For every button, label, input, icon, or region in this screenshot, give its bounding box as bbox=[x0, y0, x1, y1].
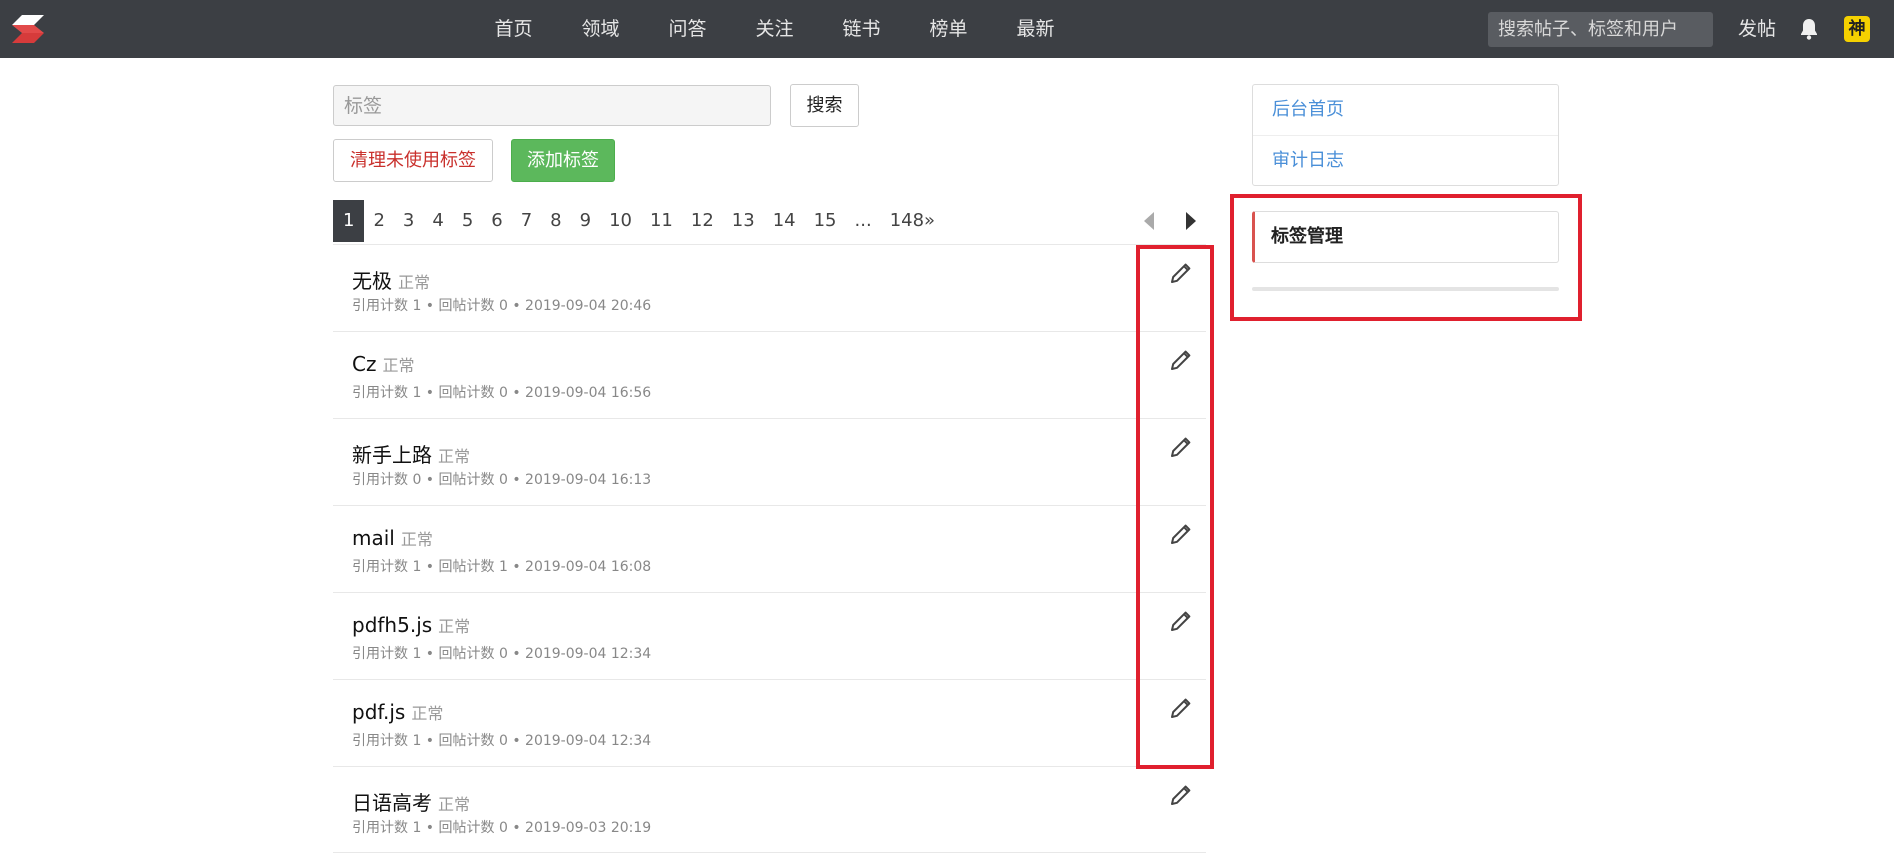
page-link-4[interactable]: 4 bbox=[423, 200, 452, 242]
tag-status: 正常 bbox=[400, 530, 433, 549]
highlight-tag-management bbox=[1230, 194, 1582, 321]
page-link-3[interactable]: 3 bbox=[394, 200, 423, 242]
page-ellipsis: ... bbox=[854, 210, 872, 231]
tag-status: 正常 bbox=[438, 617, 471, 636]
tag-meta: 引用计数 1 • 回帖计数 0 • 2019-09-03 20:19 bbox=[352, 820, 652, 836]
tag-status: 正常 bbox=[398, 273, 431, 292]
page-link-9[interactable]: 9 bbox=[571, 200, 600, 242]
nav-item-domain[interactable]: 领域 bbox=[557, 0, 644, 58]
sidebar-item-audit-log[interactable]: 审计日志 bbox=[1253, 135, 1558, 185]
list-item: 日语高考 正常 引用计数 1 • 回帖计数 0 • 2019-09-03 20:1… bbox=[333, 766, 1206, 853]
tag-meta: 引用计数 1 • 回帖计数 0 • 2019-09-04 20:46 bbox=[352, 298, 652, 314]
tag-name[interactable]: mail 正常 bbox=[352, 526, 433, 550]
nav-item-latest[interactable]: 最新 bbox=[992, 0, 1079, 58]
main-nav: 首页 领域 问答 关注 链书 榜单 最新 bbox=[470, 0, 1079, 58]
tag-meta: 引用计数 1 • 回帖计数 0 • 2019-09-04 16:56 bbox=[352, 385, 652, 401]
nav-item-linkbook[interactable]: 链书 bbox=[818, 0, 905, 58]
page-link-13[interactable]: 13 bbox=[723, 200, 764, 242]
page-link-5[interactable]: 5 bbox=[453, 200, 482, 242]
nav-item-ranking[interactable]: 榜单 bbox=[905, 0, 992, 58]
page-link-14[interactable]: 14 bbox=[764, 200, 805, 242]
page-link-6[interactable]: 6 bbox=[482, 200, 511, 242]
list-item: 新手上路 正常 引用计数 0 • 回帖计数 0 • 2019-09-04 16:1… bbox=[333, 418, 1206, 505]
tag-list: 无极 正常 引用计数 1 • 回帖计数 0 • 2019-09-04 20:46 … bbox=[333, 244, 1206, 853]
sidebar-item-admin-home[interactable]: 后台首页 bbox=[1253, 85, 1558, 135]
admin-sidebar-menu: 后台首页 审计日志 bbox=[1252, 84, 1559, 186]
next-page-icon[interactable] bbox=[1180, 210, 1200, 232]
tag-search-input[interactable] bbox=[333, 85, 771, 126]
site-search-input[interactable] bbox=[1488, 12, 1713, 47]
list-item: Cz 正常 引用计数 1 • 回帖计数 0 • 2019-09-04 16:56 bbox=[333, 331, 1206, 418]
page-link-2[interactable]: 2 bbox=[364, 200, 393, 242]
tag-status: 正常 bbox=[382, 356, 415, 375]
page-link-last[interactable]: 148» bbox=[881, 200, 944, 242]
page-link-7[interactable]: 7 bbox=[512, 200, 541, 242]
tag-status: 正常 bbox=[411, 704, 444, 723]
tag-status: 正常 bbox=[438, 447, 471, 466]
tag-meta: 引用计数 0 • 回帖计数 0 • 2019-09-04 16:13 bbox=[352, 472, 652, 488]
clean-unused-tags-button[interactable]: 清理未使用标签 bbox=[333, 139, 493, 182]
tag-meta: 引用计数 1 • 回帖计数 0 • 2019-09-04 12:34 bbox=[352, 733, 652, 749]
tag-name[interactable]: pdf.js 正常 bbox=[352, 700, 443, 724]
tag-meta: 引用计数 1 • 回帖计数 1 • 2019-09-04 16:08 bbox=[352, 559, 652, 575]
page-link-12[interactable]: 12 bbox=[682, 200, 723, 242]
page-link-11[interactable]: 11 bbox=[641, 200, 682, 242]
list-item: pdfh5.js 正常 引用计数 1 • 回帖计数 0 • 2019-09-04 … bbox=[333, 592, 1206, 679]
tag-name[interactable]: 无极 正常 bbox=[352, 265, 430, 294]
prev-page-icon[interactable] bbox=[1140, 210, 1160, 232]
page-link-8[interactable]: 8 bbox=[541, 200, 570, 242]
pagination: 1 2 3 4 5 6 7 8 9 10 11 12 13 14 15 ... … bbox=[333, 200, 944, 242]
search-button[interactable]: 搜索 bbox=[790, 84, 859, 127]
top-navbar: 首页 领域 问答 关注 链书 榜单 最新 发帖 神 bbox=[0, 0, 1894, 58]
new-post-button[interactable]: 发帖 bbox=[1738, 0, 1776, 58]
page-link-1[interactable]: 1 bbox=[333, 200, 365, 242]
tag-meta: 引用计数 1 • 回帖计数 0 • 2019-09-04 12:34 bbox=[352, 646, 652, 662]
nav-item-home[interactable]: 首页 bbox=[470, 0, 557, 58]
nav-item-follow[interactable]: 关注 bbox=[731, 0, 818, 58]
tag-name[interactable]: pdfh5.js 正常 bbox=[352, 613, 470, 637]
nav-item-qa[interactable]: 问答 bbox=[644, 0, 731, 58]
tag-name[interactable]: Cz 正常 bbox=[352, 352, 414, 376]
avatar[interactable]: 神 bbox=[1844, 16, 1870, 42]
tag-name[interactable]: 新手上路 正常 bbox=[352, 439, 470, 468]
list-item: mail 正常 引用计数 1 • 回帖计数 1 • 2019-09-04 16:0… bbox=[333, 505, 1206, 592]
tag-name[interactable]: 日语高考 正常 bbox=[352, 787, 470, 816]
bell-icon[interactable] bbox=[1797, 17, 1821, 41]
page-link-15[interactable]: 15 bbox=[805, 200, 846, 242]
list-item: pdf.js 正常 引用计数 1 • 回帖计数 0 • 2019-09-04 12… bbox=[333, 679, 1206, 766]
highlight-edit-column bbox=[1136, 245, 1214, 769]
tag-status: 正常 bbox=[438, 795, 471, 814]
page-link-10[interactable]: 10 bbox=[600, 200, 641, 242]
list-item: 无极 正常 引用计数 1 • 回帖计数 0 • 2019-09-04 20:46 bbox=[333, 244, 1206, 331]
site-logo-icon[interactable] bbox=[12, 15, 44, 43]
add-tag-button[interactable]: 添加标签 bbox=[511, 139, 615, 182]
pencil-icon[interactable] bbox=[1169, 785, 1191, 807]
